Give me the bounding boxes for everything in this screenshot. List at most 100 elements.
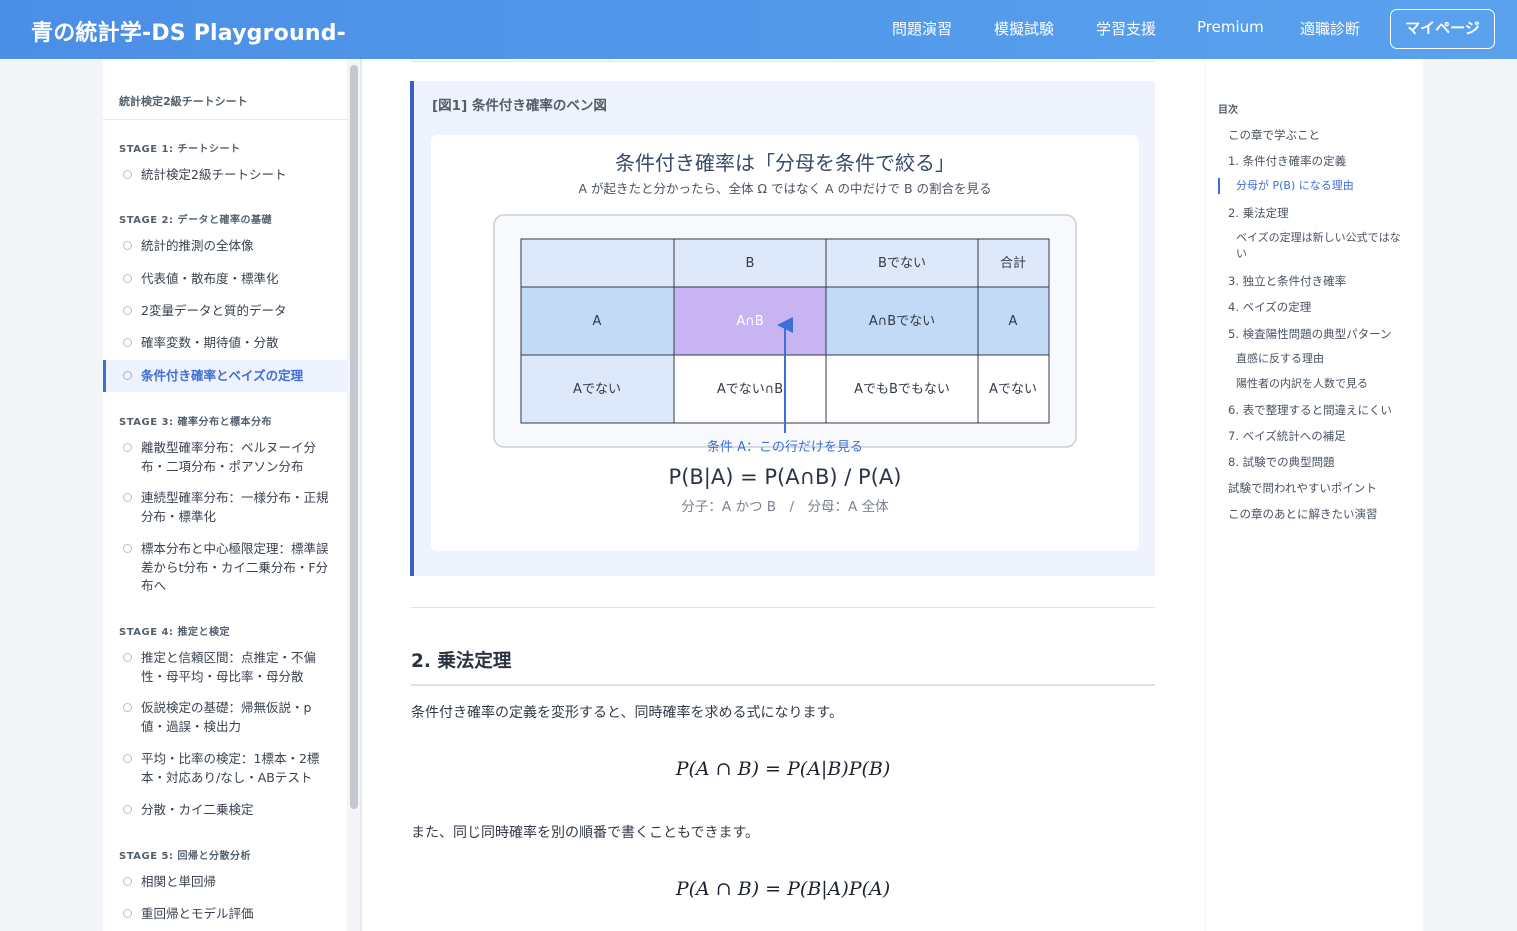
sidebar-item[interactable]: 確率変数・期待値・分散 <box>103 334 347 356</box>
nav-mock-exam[interactable]: 模擬試験 <box>994 18 1054 39</box>
sidebar-item-label: 標本分布と中心極限定理：標準誤差からt分布・カイ二乗分布・F分布へ <box>141 541 329 593</box>
math-equation: P(A ∩ B) = P(A|B)P(B) <box>675 758 891 780</box>
circle-icon <box>123 754 132 763</box>
sidebar-item-label: 確率変数・期待値・分散 <box>141 335 279 350</box>
circle-icon <box>123 170 132 179</box>
section-divider <box>411 607 1155 608</box>
sidebar-item-active[interactable]: 条件付き確率とベイズの定理 <box>103 360 347 392</box>
table-cell-text: A∩B <box>736 314 763 329</box>
nav-premium[interactable]: Premium <box>1197 18 1264 36</box>
sidebar-item[interactable]: 離散型確率分布：ベルヌーイ分布・二項分布・ポアソン分布 <box>103 439 347 479</box>
chapter-sidebar: 統計検定2級チートシート STAGE 1: チートシート 統計検定2級チートシー… <box>103 59 347 931</box>
stage-heading: STAGE 4: 推定と検定 <box>119 627 230 638</box>
nav-career-diagnosis[interactable]: 適職診断 <box>1300 18 1360 39</box>
table-cell-header <box>520 238 675 288</box>
sidebar-item[interactable]: 分散・カイ二乗検定 <box>103 801 347 823</box>
conditional-formula: P(B|A) = P(A∩B) / P(A) <box>669 465 902 490</box>
sidebar-item-label: 統計検定2級チートシート <box>141 167 287 182</box>
sidebar-item-label: 仮説検定の基礎：帰無仮説・p値・過誤・検出力 <box>141 700 312 734</box>
table-of-contents: 目次 この章で学ぶこと 1. 条件付き確率の定義 分母が P(B) になる理由 … <box>1205 59 1423 931</box>
circle-icon <box>123 703 132 712</box>
toc-item[interactable]: 7. ベイズ統計への補足 <box>1228 428 1346 444</box>
stage-heading: STAGE 3: 確率分布と標本分布 <box>119 417 272 428</box>
table-bottom-border <box>411 61 1155 62</box>
stage-heading: STAGE 2: データと確率の基礎 <box>119 215 272 226</box>
paragraph: また、同じ同時確率を別の順番で書くこともできます。 <box>411 825 760 841</box>
table-column-border <box>609 59 610 62</box>
toc-item[interactable]: 試験で問われやすいポイント <box>1228 480 1377 496</box>
sidebar-item-label: 離散型確率分布：ベルヌーイ分布・二項分布・ポアソン分布 <box>141 440 317 474</box>
formula-note: 分子：A かつ B / 分母：A 全体 <box>681 498 889 515</box>
sidebar-item[interactable]: 平均・比率の検定：1標本・2標本・対応あり/なし・ABテスト <box>103 750 347 790</box>
brand-logo[interactable]: 青の統計学-DS Playground- <box>31 15 346 47</box>
sidebar-scrollbar[interactable] <box>350 65 358 809</box>
sidebar-item[interactable]: 2変量データと質的データ <box>103 302 347 324</box>
circle-icon <box>123 241 132 250</box>
circle-icon <box>123 274 132 283</box>
circle-icon <box>123 805 132 814</box>
toc-item[interactable]: 直感に反する理由 <box>1236 351 1324 367</box>
nav-study-support[interactable]: 学習支援 <box>1096 18 1156 39</box>
circle-icon <box>123 306 132 315</box>
toc-item[interactable]: 1. 条件付き確率の定義 <box>1228 153 1346 169</box>
main-content: [図1] 条件付き確率のベン図 条件付き確率は「分母を条件で絞る」 A が起きた… <box>362 59 1204 931</box>
mypage-button[interactable]: マイページ <box>1390 9 1495 49</box>
sidebar-item[interactable]: 統計的推測の全体像 <box>103 237 347 259</box>
condition-annotation: 条件 A：この行だけを見る <box>707 439 863 455</box>
page-background <box>1423 59 1517 931</box>
sidebar-item[interactable]: 代表値・散布度・標準化 <box>103 270 347 292</box>
toc-item-active[interactable]: 分母が P(B) になる理由 <box>1218 178 1354 194</box>
figure-caption: [図1] 条件付き確率のベン図 <box>432 98 607 114</box>
sidebar-item[interactable]: 重回帰とモデル評価 <box>103 905 347 927</box>
circle-icon <box>123 544 132 553</box>
table-cell-text: A <box>1009 314 1018 329</box>
sidebar-title: 統計検定2級チートシート <box>119 95 248 108</box>
table-cell-text: A <box>593 314 602 329</box>
toc-item[interactable]: この章のあとに解きたい演習 <box>1228 506 1378 522</box>
toc-item[interactable]: この章で学ぶこと <box>1228 127 1320 143</box>
sidebar-item[interactable]: 仮説検定の基礎：帰無仮説・p値・過誤・検出力 <box>103 699 347 739</box>
sidebar-item-label: 推定と信頼区間：点推定・不偏性・母平均・母比率・母分散 <box>141 650 317 684</box>
toc-item[interactable]: 6. 表で整理すると間違えにくい <box>1228 402 1392 418</box>
sidebar-item[interactable]: 相関と単回帰 <box>103 873 347 895</box>
diagram-title: 条件付き確率は「分母を条件で絞る」 <box>615 151 955 175</box>
sidebar-item-label: 2変量データと質的データ <box>141 303 287 318</box>
circle-icon <box>123 371 132 380</box>
stage-heading: STAGE 5: 回帰と分散分析 <box>119 851 251 862</box>
nav-practice[interactable]: 問題演習 <box>892 18 952 39</box>
toc-item[interactable]: 陽性者の内訳を人数で見る <box>1236 376 1368 392</box>
toc-title: 目次 <box>1218 105 1238 116</box>
table-header-text: B <box>746 256 755 271</box>
table-cell-text: Aでない <box>989 382 1037 397</box>
sidebar-item[interactable]: 推定と信頼区間：点推定・不偏性・母平均・母比率・母分散 <box>103 649 347 689</box>
toc-item[interactable]: 8. 試験での典型問題 <box>1228 454 1335 470</box>
figure-box: [図1] 条件付き確率のベン図 条件付き確率は「分母を条件で絞る」 A が起きた… <box>410 81 1155 576</box>
circle-icon <box>123 653 132 662</box>
conditional-probability-diagram: 条件付き確率は「分母を条件で絞る」 A が起きたと分かったら、全体 Ω ではなく… <box>493 151 1077 515</box>
toc-item[interactable]: ベイズの定理は新しい公式ではない <box>1236 230 1408 262</box>
sidebar-item[interactable]: 連続型確率分布：一様分布・正規分布・標準化 <box>103 489 347 529</box>
table-cell-text: A∩Bでない <box>869 314 935 329</box>
sidebar-item[interactable]: 統計検定2級チートシート <box>103 166 347 188</box>
circle-icon <box>123 909 132 918</box>
math-equation: P(A ∩ B) = P(B|A)P(A) <box>675 878 891 900</box>
heading-underline <box>411 684 1155 686</box>
sidebar-item-label: 条件付き確率とベイズの定理 <box>141 368 304 383</box>
toc-item[interactable]: 5. 検査陽性問題の典型パターン <box>1228 326 1392 342</box>
toc-item[interactable]: 3. 独立と条件付き確率 <box>1228 273 1346 289</box>
sidebar-item-label: 相関と単回帰 <box>141 874 217 889</box>
table-cell-text: AでもBでもない <box>854 382 950 397</box>
sidebar-item-label: 連続型確率分布：一様分布・正規分布・標準化 <box>141 490 329 524</box>
diagram-subtitle: A が起きたと分かったら、全体 Ω ではなく A の中だけで B の割合を見る <box>578 181 991 196</box>
circle-icon <box>123 493 132 502</box>
table-header-text: Bでない <box>878 256 926 271</box>
table-cell-text: Aでない <box>573 382 621 397</box>
paragraph: 条件付き確率の定義を変形すると、同時確率を求める式になります。 <box>411 705 844 721</box>
figure-card: 条件付き確率は「分母を条件で絞る」 A が起きたと分かったら、全体 Ω ではなく… <box>431 135 1139 551</box>
toc-item[interactable]: 4. ベイズの定理 <box>1228 299 1311 315</box>
table-cell-text: Aでない∩B <box>717 382 783 397</box>
toc-item[interactable]: 2. 乗法定理 <box>1228 205 1289 221</box>
section-heading: 2. 乗法定理 <box>411 651 512 672</box>
sidebar-item[interactable]: 標本分布と中心極限定理：標準誤差からt分布・カイ二乗分布・F分布へ <box>103 540 347 598</box>
circle-icon <box>123 877 132 886</box>
